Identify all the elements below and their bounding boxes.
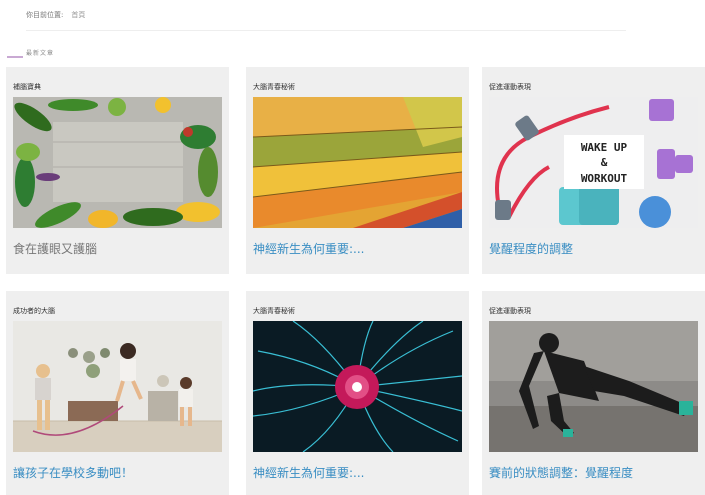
- article-card[interactable]: 促進運動表現 WAKE UP & WORKOUT 覺醒程度的調整: [482, 67, 705, 274]
- card-title[interactable]: 神經新生為何重要:...: [253, 464, 365, 481]
- divider: [26, 30, 626, 31]
- workout-equipment-photo: WAKE UP & WORKOUT: [489, 97, 698, 228]
- kids-jumping-rope-photo: [13, 321, 222, 452]
- card-category[interactable]: 大腦青春秘術: [253, 306, 295, 316]
- breadcrumb-prefix: 你目前位置:: [26, 11, 64, 19]
- card-category[interactable]: 促進運動表現: [489, 82, 531, 92]
- card-category[interactable]: 補腦寶典: [13, 82, 41, 92]
- card-title[interactable]: 賽前的狀態調整：覺醒程度: [489, 464, 633, 481]
- article-card[interactable]: 成功者的大腦 讓孩子在學校多動吧！: [6, 291, 229, 495]
- article-card[interactable]: 補腦寶典 食在護眼又護腦: [6, 67, 229, 274]
- section-accent: [7, 56, 23, 58]
- card-title[interactable]: 神經新生為何重要:...: [253, 240, 365, 257]
- card-category[interactable]: 促進運動表現: [489, 306, 531, 316]
- card-category[interactable]: 大腦青春秘術: [253, 82, 295, 92]
- athlete-stretching-photo: [489, 321, 698, 452]
- image-caption-line: WORKOUT: [581, 172, 628, 185]
- article-card[interactable]: 促進運動表現 賽前的狀態調整：覺醒程度: [482, 291, 705, 495]
- card-image[interactable]: [253, 97, 462, 228]
- image-caption-line: WAKE UP: [581, 141, 628, 154]
- article-card[interactable]: 大腦青春秘術 神經新生為何重要:...: [246, 67, 469, 274]
- article-card[interactable]: 大腦青春秘術 神經新生為何重要:...: [246, 291, 469, 495]
- card-image[interactable]: WAKE UP & WORKOUT: [489, 97, 698, 228]
- vegetables-on-wood-photo: [13, 97, 222, 228]
- card-image[interactable]: [13, 97, 222, 228]
- breadcrumb-home-link[interactable]: 首頁: [71, 10, 85, 20]
- card-image[interactable]: [253, 321, 462, 452]
- card-title[interactable]: 讓孩子在學校多動吧！: [13, 464, 133, 481]
- plasma-neurons-photo: [253, 321, 462, 452]
- image-caption-line: &: [601, 156, 608, 169]
- card-title[interactable]: 食在護眼又護腦: [13, 240, 97, 257]
- card-image[interactable]: [13, 321, 222, 452]
- card-category[interactable]: 成功者的大腦: [13, 306, 55, 316]
- breadcrumb: 你目前位置: 首頁: [26, 10, 85, 20]
- section-title: 最新文章: [26, 50, 55, 57]
- card-title[interactable]: 覺醒程度的調整: [489, 240, 573, 257]
- colorful-shelves-photo: [253, 97, 462, 228]
- card-image[interactable]: [489, 321, 698, 452]
